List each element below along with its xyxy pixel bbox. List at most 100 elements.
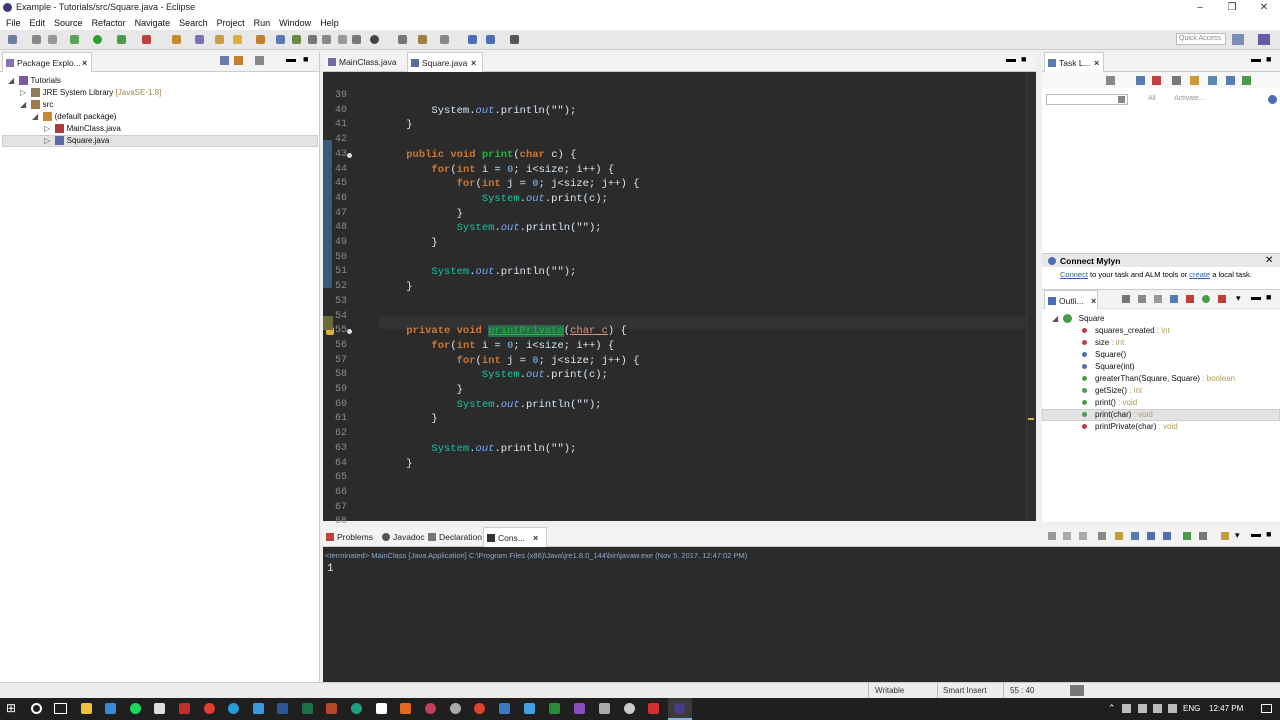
tab-square[interactable]: Square.java × <box>407 52 483 72</box>
code-line[interactable]: } <box>381 413 437 425</box>
code-editor[interactable]: MainClass.java Square.java × ▬ ■ 39 40 41 4… <box>323 52 1036 527</box>
task-search-input[interactable] <box>1046 94 1128 105</box>
file-explorer-icon[interactable] <box>81 703 92 714</box>
display-console-icon[interactable] <box>1199 532 1207 540</box>
code-line[interactable]: } <box>381 281 412 293</box>
maximize-icon[interactable]: ❐ <box>1216 0 1248 15</box>
help-icon[interactable] <box>1268 95 1277 104</box>
sync-icon[interactable] <box>1190 76 1199 85</box>
notifications-icon[interactable] <box>1261 704 1272 713</box>
app6-icon[interactable] <box>474 703 485 714</box>
excel-icon[interactable] <box>302 703 313 714</box>
clock[interactable]: 12:47 PM <box>1209 704 1243 713</box>
remove-all-icon[interactable] <box>1079 532 1087 540</box>
code-line[interactable]: } <box>381 458 412 470</box>
app4-icon[interactable] <box>425 703 436 714</box>
steam-icon[interactable] <box>499 703 510 714</box>
minimize-view-icon[interactable]: ▬ <box>1251 529 1261 540</box>
app10-icon[interactable] <box>599 703 610 714</box>
tree-item-tutorials[interactable]: ◢ Tutorials <box>8 76 61 86</box>
new-class-icon[interactable] <box>215 35 224 44</box>
close-tab-icon[interactable]: × <box>471 53 476 73</box>
menu-navigate[interactable]: Navigate <box>135 18 171 28</box>
maximize-view-icon[interactable]: ■ <box>1021 54 1026 64</box>
categorize-icon[interactable] <box>1136 76 1145 85</box>
scroll-lock-icon[interactable] <box>1115 532 1123 540</box>
hide-static-icon[interactable] <box>1154 295 1162 303</box>
outline-item[interactable]: print() : void <box>1082 398 1137 407</box>
chrome-icon[interactable] <box>204 703 215 714</box>
browser-icon[interactable] <box>228 703 239 714</box>
collapse-icon[interactable] <box>1172 76 1181 85</box>
maximize-view-icon[interactable]: ■ <box>303 54 308 64</box>
close-tab-icon[interactable]: × <box>1091 291 1096 311</box>
save-icon[interactable] <box>32 35 41 44</box>
start-icon[interactable]: ⊞ <box>6 702 16 714</box>
code-line[interactable]: } <box>381 237 437 249</box>
volume-icon[interactable] <box>1168 704 1177 713</box>
tab-console[interactable]: Cons... × <box>483 527 547 547</box>
search-icon[interactable] <box>276 35 285 44</box>
network-icon[interactable] <box>1122 704 1131 713</box>
hide-methods-icon[interactable] <box>1218 295 1226 303</box>
tab-task-list[interactable]: Task L... × <box>1044 52 1104 72</box>
outline-item[interactable]: size : int <box>1082 338 1124 347</box>
code-line[interactable]: } <box>381 208 463 220</box>
minimize-icon[interactable]: – <box>1184 0 1216 15</box>
outline-item[interactable]: Square() <box>1082 350 1126 359</box>
code-line[interactable]: System.out.print(c); <box>381 193 608 205</box>
word-icon[interactable] <box>277 703 288 714</box>
annotation-icon[interactable] <box>292 35 301 44</box>
hide-fields-icon[interactable] <box>1138 295 1146 303</box>
task-view-icon[interactable] <box>54 703 67 714</box>
tree-item-square[interactable]: ▷ Square.java <box>44 136 109 146</box>
maximize-view-icon[interactable]: ■ <box>1266 292 1271 302</box>
clear-icon[interactable] <box>1118 96 1125 103</box>
remove-launch-icon[interactable] <box>1063 532 1071 540</box>
run-icon[interactable] <box>93 35 102 44</box>
word-wrap-icon[interactable] <box>1131 532 1139 540</box>
language-indicator[interactable]: ENG <box>1183 704 1200 713</box>
outline-item[interactable]: greaterThan(Square, Square) : boolean <box>1082 374 1235 383</box>
tree-item-mainclass[interactable]: ▷ MainClass.java <box>44 124 121 134</box>
hide-local-icon[interactable] <box>1186 295 1194 303</box>
occurrence-marker[interactable] <box>1028 418 1034 420</box>
code-line[interactable]: for(int i = 0; i<size; i++) { <box>381 164 614 176</box>
app7-icon[interactable] <box>524 703 535 714</box>
app9-icon[interactable] <box>574 703 585 714</box>
view-menu-icon[interactable]: ▾ <box>1235 530 1240 541</box>
console-output[interactable]: 1 <box>327 563 334 575</box>
code-line[interactable]: for(int j = 0; j<size; j++) { <box>381 178 640 190</box>
menu-window[interactable]: Window <box>279 18 311 28</box>
save-all-icon[interactable] <box>48 35 57 44</box>
store-icon[interactable] <box>105 703 116 714</box>
whitespace-icon[interactable] <box>352 35 361 44</box>
arrow-app-icon[interactable] <box>253 703 264 714</box>
tab-problems[interactable]: Problems <box>323 527 377 547</box>
app-icon[interactable] <box>179 703 190 714</box>
focus-active-icon[interactable] <box>1202 295 1210 303</box>
last-edit-icon[interactable] <box>440 35 449 44</box>
hide-icon[interactable] <box>1226 76 1235 85</box>
sort-icon[interactable] <box>1122 295 1130 303</box>
app3-icon[interactable] <box>376 703 387 714</box>
tray-up-icon[interactable]: ⌃ <box>1108 703 1116 714</box>
minimize-view-icon[interactable]: ▬ <box>1006 54 1016 65</box>
code-line[interactable]: System.out.println(""); <box>381 105 576 117</box>
code-line[interactable]: System.out.println(""); <box>381 266 576 278</box>
outline-item[interactable]: Square(int) <box>1082 362 1135 371</box>
menu-search[interactable]: Search <box>179 18 208 28</box>
tab-declaration[interactable]: Declaration <box>425 527 483 547</box>
tab-package-explorer[interactable]: Package Explo... × <box>2 52 92 72</box>
open-task-icon[interactable] <box>256 35 265 44</box>
java-perspective-icon[interactable] <box>1258 34 1270 45</box>
focus-icon[interactable] <box>1208 76 1217 85</box>
new-package-icon[interactable] <box>195 35 204 44</box>
outline-item[interactable]: getSize() : int <box>1082 386 1142 395</box>
close-tab-icon[interactable]: × <box>533 528 538 548</box>
collapse-all-icon[interactable] <box>220 56 229 65</box>
word-wrap-icon[interactable] <box>338 35 347 44</box>
minimize-view-icon[interactable]: ▬ <box>1251 292 1261 303</box>
show-stdout-icon[interactable] <box>1147 532 1155 540</box>
tree-item-jre[interactable]: ▷ JRE System Library [JavaSE-1.8] <box>20 88 161 98</box>
